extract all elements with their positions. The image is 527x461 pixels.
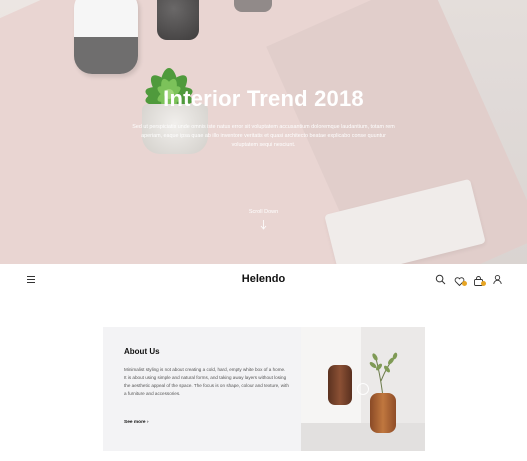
light-wood-vase <box>370 393 396 433</box>
about-title: About Us <box>124 347 160 356</box>
wishlist-badge <box>462 281 467 286</box>
search-icon[interactable] <box>435 274 446 285</box>
circle-icon <box>357 383 369 395</box>
user-icon[interactable] <box>492 274 503 285</box>
chevron-right-icon: › <box>146 420 149 425</box>
grey-vase <box>157 0 199 40</box>
arrow-down-icon[interactable] <box>260 220 267 230</box>
hero-title: Interior Trend 2018 <box>163 86 364 111</box>
see-more-label: See more <box>124 420 146 425</box>
shelf-base <box>301 423 425 451</box>
cart-button[interactable] <box>473 274 486 286</box>
about-section: About Us Minimalist styling is not about… <box>103 327 425 451</box>
hero-banner: Interior Trend 2018 Sed ut perspiciatis … <box>0 0 527 264</box>
about-image <box>301 327 425 451</box>
dark-vase <box>234 0 272 12</box>
scroll-down-link[interactable]: Scroll Down <box>0 209 527 215</box>
dark-wood-vase <box>328 365 352 405</box>
wishlist-button[interactable] <box>454 274 467 287</box>
about-description: Minimalist styling is not about creating… <box>124 367 289 396</box>
cart-badge <box>481 281 486 286</box>
hero-description: Sed ut perspiciatis unde omnis iste natu… <box>132 124 395 148</box>
about-content: About Us Minimalist styling is not about… <box>103 327 301 451</box>
site-header: Helendo <box>0 264 527 296</box>
site-logo[interactable]: Helendo <box>0 273 527 285</box>
see-more-link[interactable]: See more › <box>124 420 149 425</box>
